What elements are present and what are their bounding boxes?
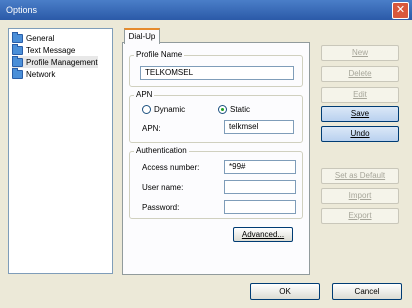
user-name-field[interactable] bbox=[224, 180, 296, 194]
tree-item-profile-management[interactable]: Profile Management bbox=[12, 55, 98, 68]
authentication-legend: Authentication bbox=[134, 146, 189, 155]
access-number-field[interactable]: *99# bbox=[224, 160, 296, 174]
options-tree: General Text Message Profile Management … bbox=[8, 28, 113, 274]
save-button[interactable]: Save bbox=[321, 106, 399, 122]
folder-icon bbox=[12, 67, 23, 79]
ok-button[interactable]: OK bbox=[250, 283, 320, 300]
window-title: Options bbox=[6, 5, 38, 15]
user-name-label: User name: bbox=[142, 183, 184, 192]
tree-item-label: General bbox=[26, 33, 55, 43]
import-button[interactable]: Import bbox=[321, 188, 399, 204]
authentication-group: Authentication Access number: *99# User … bbox=[129, 146, 303, 219]
apn-field[interactable]: telkmsel bbox=[224, 120, 294, 134]
cancel-button[interactable]: Cancel bbox=[332, 283, 402, 300]
apn-group: APN Dynamic Static APN: telkmsel bbox=[129, 90, 303, 143]
close-icon[interactable]: ✕ bbox=[392, 2, 409, 19]
profile-name-group: Profile Name TELKOMSEL bbox=[129, 50, 303, 87]
apn-legend: APN bbox=[134, 90, 155, 99]
tab-dial-up[interactable]: Dial-Up bbox=[124, 28, 160, 44]
tree-item-label: Profile Management bbox=[26, 57, 98, 67]
profile-name-legend: Profile Name bbox=[134, 50, 185, 59]
advanced-button[interactable]: Advanced... bbox=[233, 227, 293, 242]
set-as-default-button[interactable]: Set as Default bbox=[321, 168, 399, 184]
password-field[interactable] bbox=[224, 200, 296, 214]
new-button[interactable]: New bbox=[321, 45, 399, 61]
edit-button[interactable]: Edit bbox=[321, 87, 399, 103]
tree-item-general[interactable]: General bbox=[12, 31, 55, 44]
folder-icon bbox=[12, 43, 23, 55]
folder-icon bbox=[12, 31, 23, 43]
dynamic-label: Dynamic bbox=[154, 105, 186, 114]
tree-item-text-message[interactable]: Text Message bbox=[12, 43, 76, 56]
undo-button[interactable]: Undo bbox=[321, 126, 399, 142]
tree-item-label: Network bbox=[26, 69, 56, 79]
static-label: Static bbox=[230, 105, 251, 114]
dynamic-radio[interactable] bbox=[142, 105, 151, 114]
tree-item-label: Text Message bbox=[26, 45, 76, 55]
password-label: Password: bbox=[142, 203, 180, 212]
access-number-label: Access number: bbox=[142, 163, 200, 172]
delete-button[interactable]: Delete bbox=[321, 66, 399, 82]
apn-label: APN: bbox=[142, 124, 161, 133]
export-button[interactable]: Export bbox=[321, 208, 399, 224]
folder-icon bbox=[12, 55, 23, 67]
dial-up-panel: Profile Name TELKOMSEL APN Dynamic Stati… bbox=[122, 42, 310, 275]
profile-name-field[interactable]: TELKOMSEL bbox=[140, 66, 294, 80]
title-bar: Options ✕ bbox=[0, 0, 412, 20]
static-radio[interactable] bbox=[218, 105, 227, 114]
tree-item-network[interactable]: Network bbox=[12, 67, 56, 80]
